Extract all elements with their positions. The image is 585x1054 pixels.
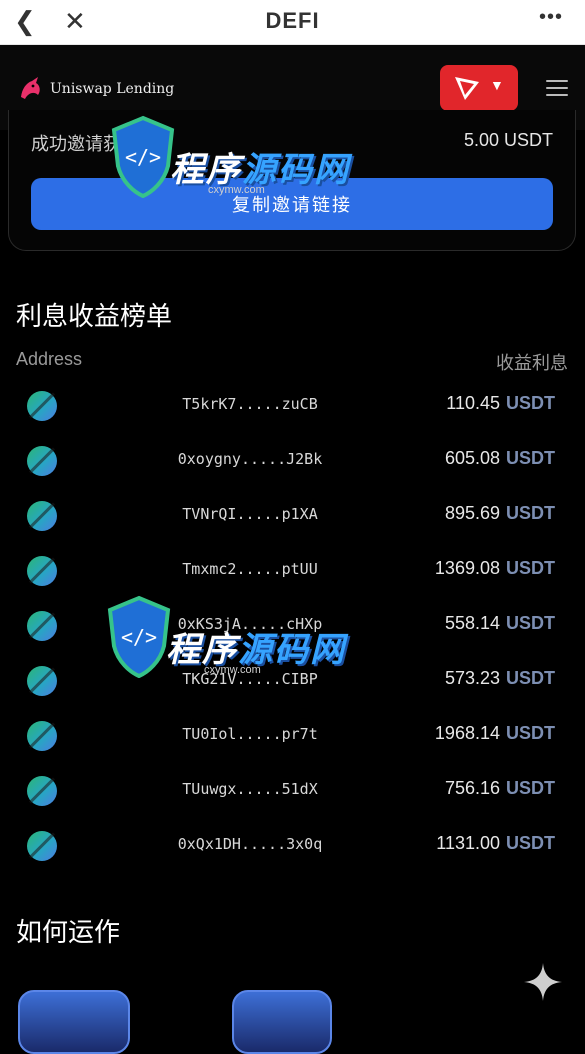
- how-it-works-tile[interactable]: [18, 990, 130, 1054]
- avatar: [27, 776, 57, 806]
- row-amount: 1369.08: [434, 558, 500, 578]
- leaderboard-row: 0xoygny.....J2Bk 605.08 USDT: [0, 433, 585, 488]
- sparkle-icon[interactable]: [522, 961, 564, 1003]
- column-address: Address: [16, 349, 83, 369]
- row-amount: 1968.14: [434, 723, 500, 743]
- row-address: T5krK7.....zuCB: [182, 395, 318, 413]
- row-unit: USDT: [506, 558, 555, 578]
- code-shield-icon: </>: [111, 115, 175, 198]
- row-unit: USDT: [506, 723, 555, 743]
- browser-title: DEFI: [265, 8, 320, 33]
- row-amount: 605.08: [444, 448, 500, 468]
- browser-topbar: ❮ ✕ DEFI •••: [0, 0, 585, 45]
- row-address: 0xQx1DH.....3x0q: [177, 835, 323, 853]
- row-amount: 110.45: [446, 393, 500, 413]
- row-address: TUuwgx.....51dX: [182, 780, 318, 798]
- avatar: [27, 391, 57, 421]
- how-it-works-title: 如何运作: [16, 917, 121, 947]
- column-earnings: 收益利息: [496, 353, 568, 373]
- row-unit: USDT: [506, 393, 555, 413]
- invite-value: 5.00 USDT: [463, 130, 553, 150]
- more-dots-icon[interactable]: •••: [539, 6, 563, 29]
- row-address: TU0Iol.....pr7t: [182, 725, 318, 743]
- avatar: [27, 831, 57, 861]
- unicorn-icon: [21, 77, 40, 99]
- row-unit: USDT: [506, 613, 555, 633]
- tron-icon: [455, 77, 479, 100]
- brand-name: Uniswap Lending: [50, 81, 175, 97]
- row-unit: USDT: [506, 448, 555, 468]
- watermark: </> 程序源码网 cxymw.com: [104, 592, 354, 692]
- row-amount: 573.23: [444, 668, 500, 688]
- row-address: Tmxmc2.....ptUU: [182, 560, 318, 578]
- row-amount: 1131.00: [436, 833, 500, 853]
- row-unit: USDT: [506, 668, 555, 688]
- row-unit: USDT: [506, 503, 555, 523]
- watermark: </> 程序源码网 cxymw.com: [108, 112, 358, 212]
- avatar: [27, 556, 57, 586]
- leaderboard-title: 利息收益榜单: [16, 301, 173, 331]
- leaderboard-row: 0xQx1DH.....3x0q 1131.00 USDT: [0, 818, 585, 873]
- hamburger-menu-icon[interactable]: [546, 75, 568, 101]
- avatar: [27, 666, 57, 696]
- row-unit: USDT: [506, 833, 555, 853]
- leaderboard-row: T5krK7.....zuCB 110.45 USDT: [0, 378, 585, 433]
- avatar: [27, 501, 57, 531]
- brand-logo[interactable]: Uniswap Lending: [16, 75, 174, 103]
- avatar: [27, 611, 57, 641]
- row-amount: 895.69: [444, 503, 500, 523]
- svg-text:</>: </>: [125, 145, 161, 169]
- how-it-works-tile[interactable]: [232, 990, 332, 1054]
- leaderboard-row: TUuwgx.....51dX 756.16 USDT: [0, 763, 585, 818]
- leaderboard-row: TVNrQI.....p1XA 895.69 USDT: [0, 488, 585, 543]
- row-amount: 558.14: [444, 613, 500, 633]
- code-shield-icon: </>: [107, 595, 171, 678]
- chevron-down-icon: ▼: [490, 77, 504, 93]
- avatar: [27, 446, 57, 476]
- watermark-url: cxymw.com: [208, 184, 265, 196]
- row-address: 0xoygny.....J2Bk: [177, 450, 323, 468]
- chain-selector-button[interactable]: ▼: [440, 65, 518, 111]
- avatar: [27, 721, 57, 751]
- leaderboard-row: Tmxmc2.....ptUU 1369.08 USDT: [0, 543, 585, 598]
- watermark-url: cxymw.com: [204, 664, 261, 676]
- svg-text:</>: </>: [121, 625, 157, 649]
- row-amount: 756.16: [444, 778, 500, 798]
- leaderboard-row: TU0Iol.....pr7t 1968.14 USDT: [0, 708, 585, 763]
- row-unit: USDT: [506, 778, 555, 798]
- row-address: TVNrQI.....p1XA: [182, 505, 318, 523]
